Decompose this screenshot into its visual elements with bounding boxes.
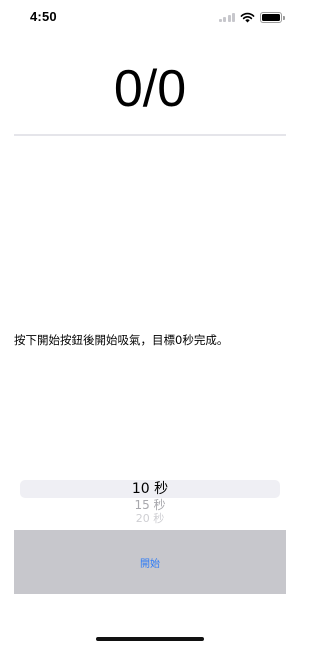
wifi-icon [240, 12, 255, 22]
status-time: 4:50 [30, 9, 57, 24]
battery-fill [262, 13, 280, 21]
instruction-text: 按下開始按鈕後開始吸氣，目標0秒完成。 [14, 333, 229, 347]
start-button[interactable]: 開始 [14, 530, 286, 594]
status-icons [218, 11, 285, 23]
status-bar: 4:50 [0, 0, 300, 34]
app-screen: 4:50 0/0 按下開始按鈕後開始吸氣，目標0秒完成。 10 秒 15 秒 2… [0, 0, 300, 649]
divider [14, 134, 286, 136]
picker-option[interactable]: 20 秒 [20, 513, 280, 525]
signal-icon [218, 12, 235, 22]
start-panel: 開始 [14, 530, 286, 594]
duration-picker[interactable]: 10 秒 15 秒 20 秒 [20, 472, 280, 530]
picker-option-selected[interactable]: 10 秒 [20, 480, 280, 498]
picker-option[interactable]: 15 秒 [20, 498, 280, 512]
home-indicator[interactable] [96, 637, 204, 641]
battery-icon [260, 11, 285, 23]
breath-counter: 0/0 [113, 60, 187, 118]
